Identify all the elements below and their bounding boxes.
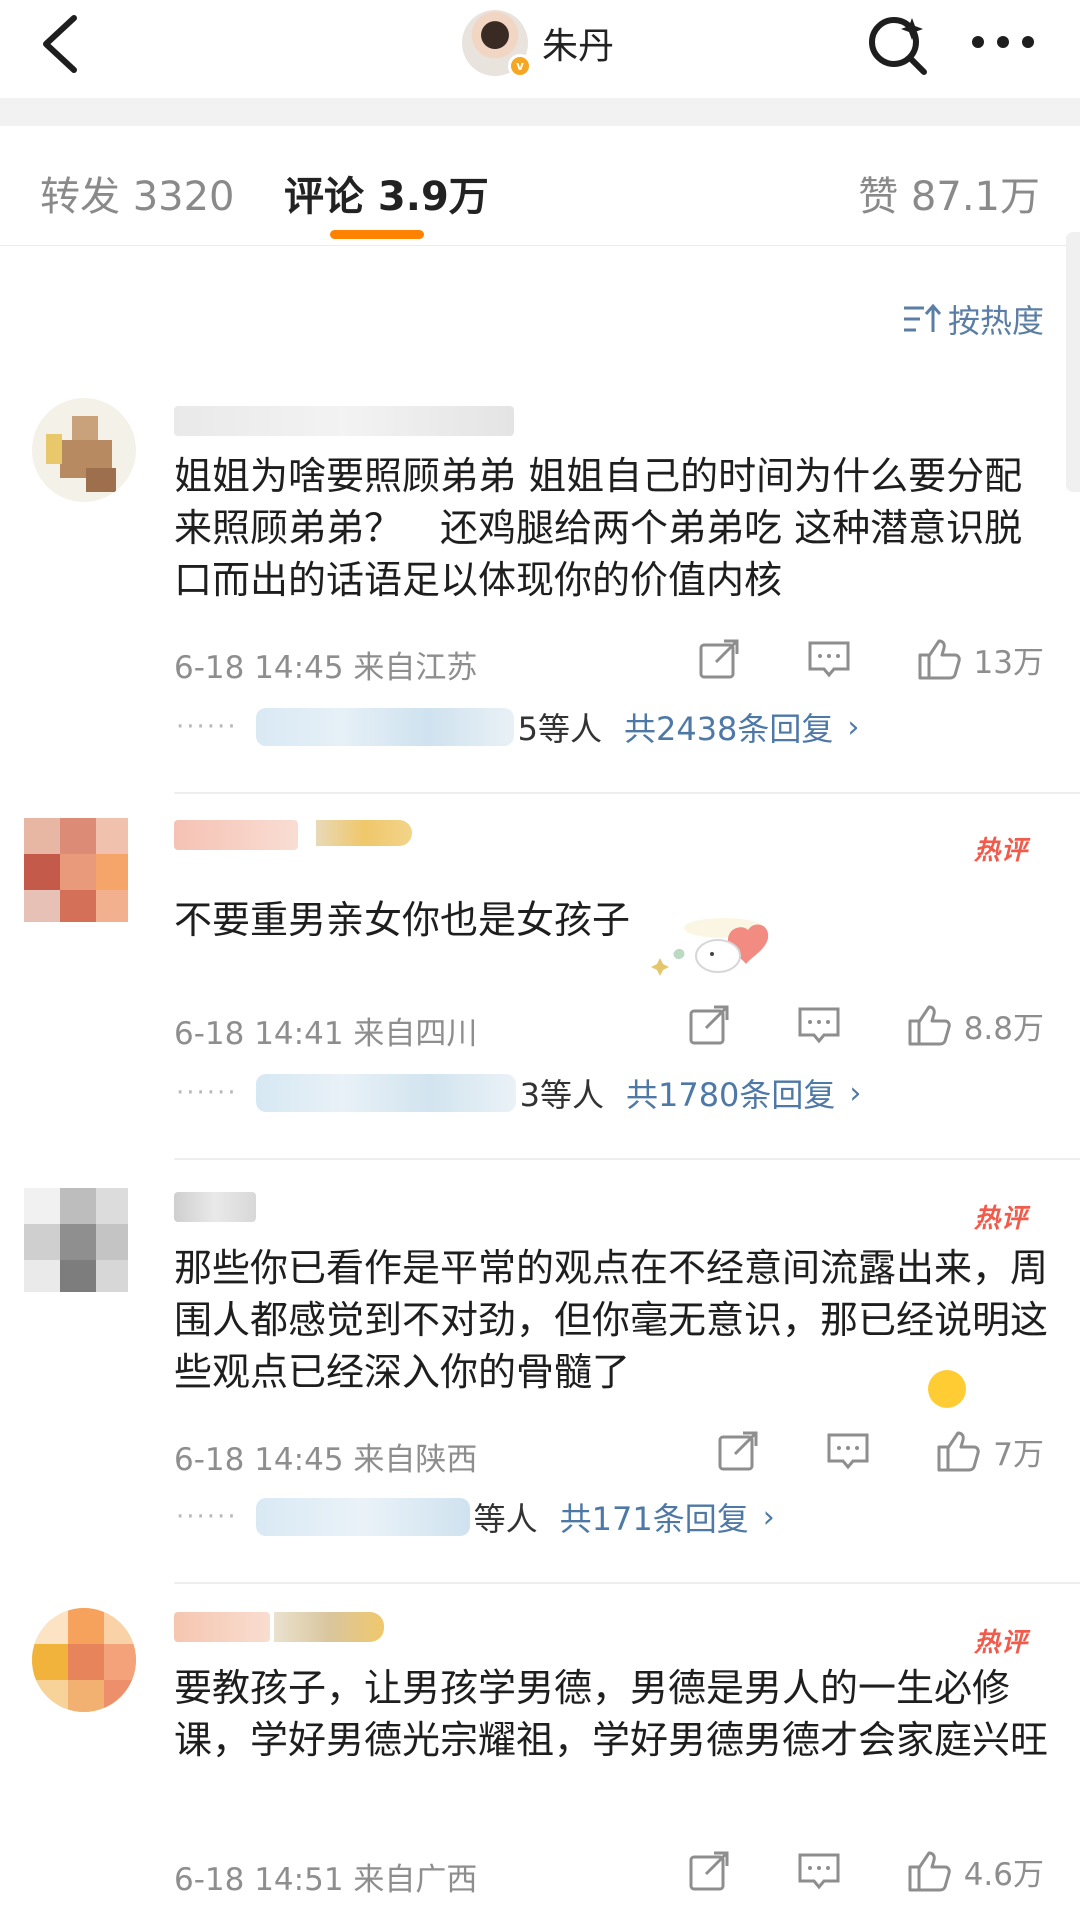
more-dots-icon[interactable] [968, 22, 1038, 62]
comment-actions: 7万 [715, 1428, 1044, 1474]
comment-icon[interactable] [825, 1428, 871, 1474]
chevron-left-icon[interactable] [34, 12, 94, 76]
reply-users-blurred [255, 1074, 516, 1112]
like-count: 13万 [973, 644, 1044, 681]
comment-text: 不要重男亲女你也是女孩子 [174, 898, 631, 942]
sort-toggle[interactable]: 按热度 [902, 296, 1044, 342]
comment-meta: 6-18 14:45 来自陕西 [174, 1442, 478, 1478]
comment-actions: 4.6万 [686, 1848, 1044, 1894]
section-separator [0, 98, 1080, 126]
like-icon[interactable] [906, 1848, 952, 1894]
reply-users-suffix: 等人 [473, 1500, 538, 1538]
share-icon[interactable] [686, 1848, 732, 1894]
share-icon[interactable] [696, 636, 742, 682]
avatar[interactable] [32, 1608, 136, 1712]
reply-count-link[interactable]: 共1780条回复 [626, 1070, 835, 1116]
divider [174, 1158, 1080, 1160]
hot-comment-badge: 热评 [973, 1204, 1028, 1234]
avatar[interactable] [24, 1188, 128, 1292]
comment-icon[interactable] [796, 1002, 842, 1048]
like-icon[interactable] [916, 636, 962, 682]
comment-text: 姐姐为啥要照顾弟弟 姐姐自己的时间为什么要分配来照顾弟弟？ 还鸡腿给两个弟弟吃 … [174, 454, 1023, 602]
comment-text: 要教孩子，让男孩学男德，男德是男人的一生必修课，学好男德光宗耀祖，学好男德男德才… [174, 1666, 1049, 1762]
chevron-right-icon: › [847, 709, 860, 745]
like-count: 4.6万 [963, 1856, 1044, 1893]
like-count: 8.8万 [963, 1010, 1044, 1047]
reply-users-blurred [255, 708, 514, 746]
divider [174, 1582, 1080, 1584]
comment-meta: 6-18 14:45 来自江苏 [174, 650, 478, 686]
chevron-right-icon: › [849, 1075, 862, 1111]
like-icon[interactable] [935, 1428, 981, 1474]
account-header[interactable]: v 朱丹 [462, 8, 614, 78]
laughing-emoji [928, 1370, 966, 1408]
tab-repost[interactable]: 转发 3320 [40, 164, 235, 222]
avatar[interactable]: v [462, 10, 532, 78]
comment-actions: 13万 [696, 636, 1044, 682]
avatar[interactable] [24, 818, 128, 922]
bunny-heart-sticker [651, 918, 769, 976]
comment-icon[interactable] [796, 1848, 842, 1894]
reply-count-link[interactable]: 共2438条回复 [624, 704, 833, 750]
reply-summary[interactable]: ······ 5等人 共2438条回复 › [176, 704, 859, 750]
sort-label: 按热度 [947, 302, 1044, 340]
sort-icon [903, 303, 942, 332]
avatar[interactable] [32, 398, 136, 502]
hot-comment-badge: 热评 [973, 836, 1028, 866]
comment-meta: 6-18 14:51 来自广西 [174, 1862, 478, 1898]
comment-meta: 6-18 14:41 来自四川 [174, 1016, 478, 1052]
share-icon[interactable] [686, 1002, 732, 1048]
active-tab-indicator [330, 230, 424, 239]
reply-summary[interactable]: ······ 3等人 共1780条回复 › [176, 1070, 861, 1116]
top-bar: v 朱丹 [0, 0, 1080, 98]
tab-likes[interactable]: 赞 87.1万 [858, 164, 1040, 222]
verified-badge: v [508, 54, 532, 78]
reply-summary[interactable]: ······ 等人 共171条回复 › [176, 1494, 775, 1540]
tab-comments[interactable]: 评论 3.9万 [284, 164, 489, 222]
reply-users-suffix: 5等人 [517, 710, 602, 748]
hot-comment-badge: 热评 [973, 1628, 1028, 1658]
reply-count-link[interactable]: 共171条回复 [560, 1494, 749, 1540]
reply-users-suffix: 3等人 [519, 1076, 604, 1114]
like-count: 7万 [993, 1436, 1044, 1473]
like-icon[interactable] [906, 1002, 952, 1048]
comment-text: 那些你已看作是平常的观点在不经意间流露出来，周围人都感觉到不对劲，但你毫无意识，… [174, 1246, 1049, 1394]
scrollbar[interactable] [1066, 232, 1080, 492]
search-icon[interactable] [862, 8, 932, 78]
comment-icon[interactable] [806, 636, 852, 682]
divider [174, 792, 1080, 794]
account-name[interactable]: 朱丹 [542, 17, 614, 69]
chevron-right-icon: › [762, 1499, 775, 1535]
tab-bar: 转发 3320 评论 3.9万 赞 87.1万 [0, 126, 1080, 246]
reply-users-blurred [255, 1498, 470, 1536]
comment-actions: 8.8万 [686, 1002, 1044, 1048]
share-icon[interactable] [715, 1428, 761, 1474]
